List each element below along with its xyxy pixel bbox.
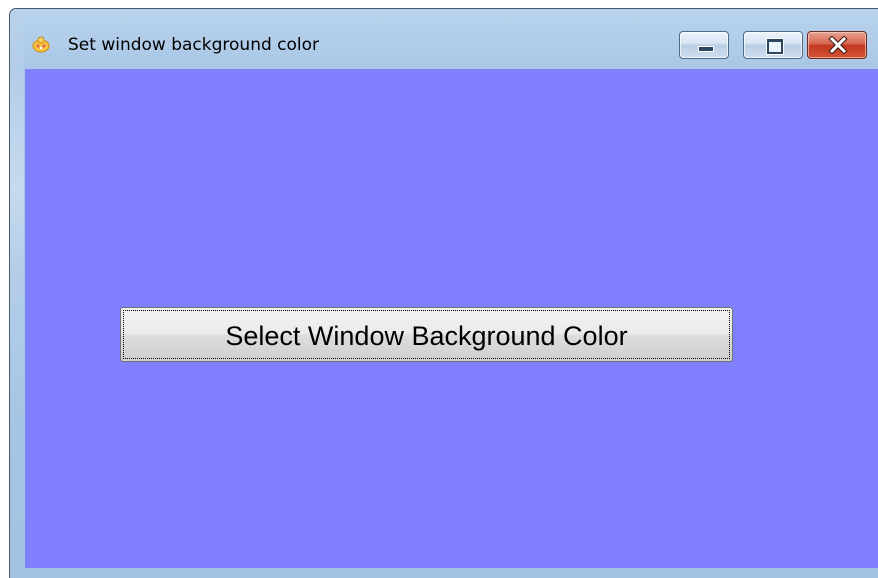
maximize-button[interactable] [743,31,803,59]
close-button[interactable] [807,31,867,59]
button-label: Select Window Background Color [225,321,628,351]
restore-icon [767,39,783,54]
app-window: Set window background color Select Windo… [9,8,878,578]
app-icon [32,36,50,53]
window-title: Set window background color [68,35,320,55]
close-icon [828,36,848,54]
select-background-color-button[interactable]: Select Window Background Color [120,307,733,362]
client-area: Select Window Background Color [25,69,878,568]
minimize-button[interactable] [679,31,729,59]
title-bar[interactable]: Set window background color [10,9,878,69]
window-bottom-frame [10,568,878,578]
minimize-icon [698,46,714,52]
